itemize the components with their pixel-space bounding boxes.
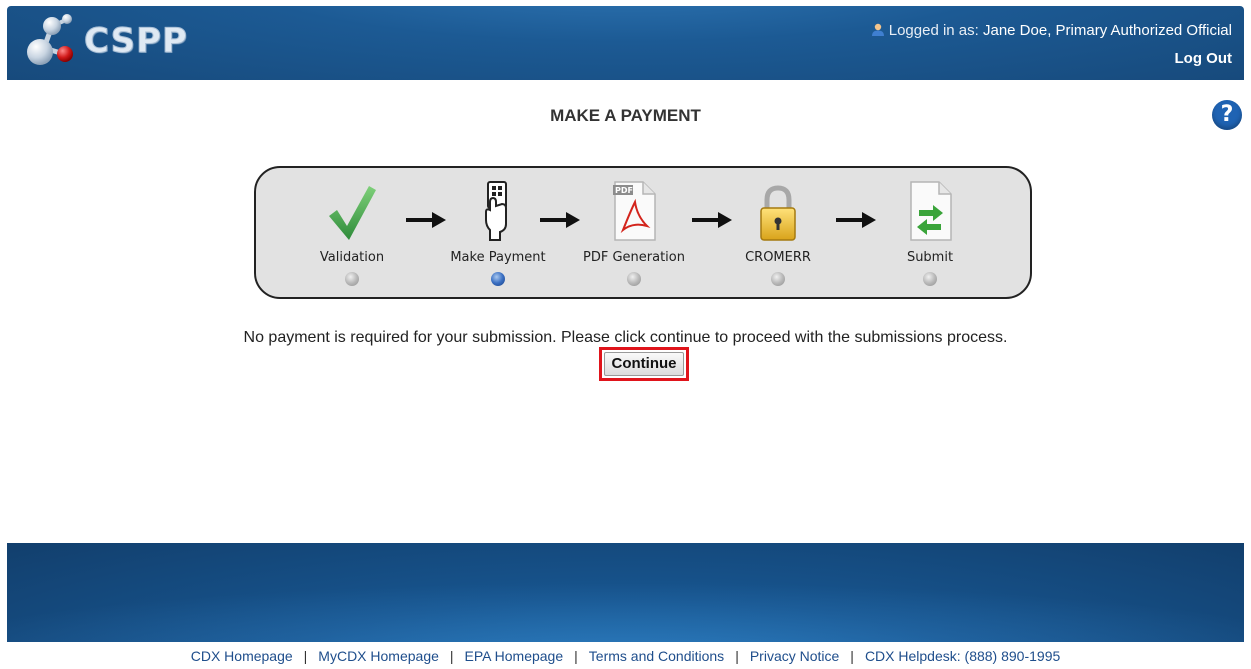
submit-document-icon (910, 181, 952, 241)
login-prefix: Logged in as: (888, 22, 979, 39)
padlock-icon (760, 185, 796, 241)
step-label: Submit (906, 250, 954, 265)
footer-banner (7, 543, 1244, 642)
page-frame: CSPP Logged in as: Jane Doe, Primary Aut… (7, 6, 1244, 642)
logged-in-user: Jane Doe, Primary Authorized Official (982, 22, 1232, 39)
step-validation: Validation (292, 180, 412, 286)
svg-text:PDF: PDF (615, 186, 633, 195)
step-status-dot (627, 272, 641, 286)
login-info: Logged in as: Jane Doe, Primary Authoriz… (871, 21, 1232, 69)
continue-highlight: Continue (599, 347, 689, 381)
separator: | (735, 648, 739, 664)
header-bar: CSPP Logged in as: Jane Doe, Primary Aut… (7, 6, 1244, 80)
step-status-dot (771, 272, 785, 286)
step-status-dot (345, 272, 359, 286)
step-status-dot (923, 272, 937, 286)
footer-links: CDX Homepage | MyCDX Homepage | EPA Homepage… (0, 648, 1251, 664)
step-label: Make Payment (450, 250, 546, 265)
footer-link-epa-homepage[interactable]: EPA Homepage (465, 648, 564, 664)
page-title: MAKE A PAYMENT (550, 106, 701, 125)
footer-link-terms[interactable]: Terms and Conditions (589, 648, 724, 664)
step-label: PDF Generation (583, 250, 685, 265)
help-icon[interactable]: ? (1212, 100, 1242, 130)
progress-tracker: Validation Make Payment PDF PDF Generati… (254, 166, 1032, 299)
logout-link[interactable]: Log Out (871, 49, 1232, 69)
separator: | (850, 648, 854, 664)
continue-button[interactable]: Continue (604, 352, 684, 376)
pdf-file-icon: PDF (613, 181, 656, 241)
step-label: CROMERR (745, 250, 811, 265)
checkmark-icon (329, 186, 376, 240)
cspp-logo[interactable]: CSPP (22, 12, 188, 70)
footer-link-mycdx-homepage[interactable]: MyCDX Homepage (318, 648, 439, 664)
step-label: Validation (319, 250, 385, 265)
payment-card-icon (485, 181, 507, 241)
molecule-logo-icon (27, 14, 73, 65)
status-message: No payment is required for your submissi… (243, 329, 1008, 346)
user-icon (871, 23, 884, 36)
footer-link-helpdesk[interactable]: CDX Helpdesk: (888) 890-1995 (865, 648, 1060, 664)
app-name: CSPP (84, 21, 188, 62)
separator: | (303, 648, 308, 664)
step-cromerr: CROMERR (718, 180, 838, 286)
separator: | (449, 648, 454, 664)
step-make-payment: Make Payment (438, 180, 558, 286)
step-pdf-generation: PDF PDF Generation (574, 180, 694, 286)
footer-link-privacy[interactable]: Privacy Notice (750, 648, 839, 664)
footer-link-cdx-homepage[interactable]: CDX Homepage (191, 648, 293, 664)
separator: | (574, 648, 578, 664)
step-submit: Submit (870, 180, 990, 286)
step-status-dot-active (491, 272, 505, 286)
